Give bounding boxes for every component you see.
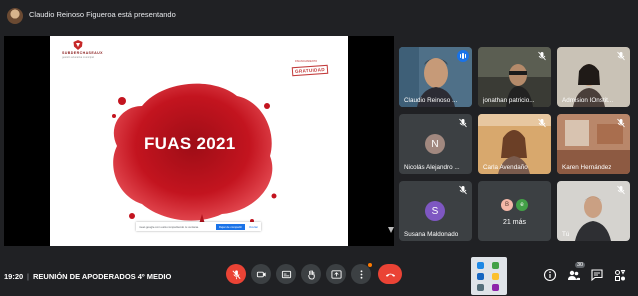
notification-dot — [368, 263, 372, 267]
share-notice-bar: meet.google.com está compartiendo tu ven… — [136, 222, 261, 231]
presenter-bar: Claudio Reinoso Figueroa está presentand… — [0, 0, 638, 32]
participant-tile[interactable]: Admision IOnstit... — [557, 47, 630, 107]
participant-tile[interactable]: Carla Avendaño — [478, 114, 551, 174]
participant-name: Karen Hernández — [562, 164, 612, 171]
raise-hand-button[interactable] — [301, 264, 321, 284]
participant-name: Carla Avendaño — [483, 164, 528, 171]
participant-name: Tú — [562, 231, 570, 238]
captions-button[interactable] — [276, 264, 296, 284]
mic-off-icon — [538, 118, 546, 128]
mic-off-icon — [231, 269, 241, 279]
tray-app-icon[interactable] — [492, 262, 499, 269]
slide-title: FUAS 2021 — [144, 134, 236, 153]
tray-app-icon[interactable] — [477, 273, 484, 280]
more-participants-count: 21 más — [503, 219, 526, 226]
tray-app-icon[interactable] — [477, 284, 484, 291]
participant-name: Nicolás Alejandro ... — [404, 164, 460, 171]
tray-app-icon[interactable] — [492, 284, 499, 291]
system-tray-popup[interactable] — [471, 257, 507, 295]
stop-sharing-button[interactable]: Dejar de compartir — [215, 223, 245, 230]
participant-mini-avatar: B — [501, 199, 513, 211]
chat-icon[interactable] — [590, 268, 604, 282]
camera-toggle-button[interactable] — [251, 264, 271, 284]
raise-hand-icon — [307, 269, 315, 280]
participant-name: Admision IOnstit... — [562, 97, 614, 104]
share-notice-text: meet.google.com está compartiendo tu ven… — [139, 224, 199, 229]
more-options-button[interactable] — [351, 263, 372, 284]
mic-off-icon — [617, 118, 625, 128]
slide-brand-sub: gestión educativa municipal — [62, 56, 94, 59]
more-options-icon — [360, 269, 362, 279]
presentation-area[interactable]: SUBDERCHASEAUX gestión educativa municip… — [4, 36, 394, 246]
speaking-indicator-icon — [457, 50, 469, 62]
participant-avatar: N — [425, 134, 445, 154]
info-icon[interactable] — [543, 268, 557, 282]
mic-off-icon — [459, 118, 467, 128]
people-icon[interactable] — [567, 268, 581, 282]
present-screen-icon — [330, 269, 342, 279]
participant-avatar: S — [425, 201, 445, 221]
participant-tile[interactable]: jonathan patricio... — [478, 47, 551, 107]
more-participants-tile[interactable]: B e 21 más — [478, 181, 551, 241]
hide-notice-button[interactable]: Ocultar — [249, 225, 258, 229]
participant-name: Susana Maldonado — [404, 231, 459, 238]
slide-brand: SUBDERCHASEAUX — [62, 51, 103, 55]
pointer-icon — [388, 227, 394, 233]
participant-name: jonathan patricio... — [483, 97, 535, 104]
tray-app-icon[interactable] — [492, 273, 499, 280]
stamp-small-text: FINANCIAMIENTO — [295, 60, 318, 63]
mic-off-icon — [617, 51, 625, 61]
participant-tile[interactable]: S Susana Maldonado — [399, 181, 472, 241]
mic-off-icon — [617, 185, 625, 195]
institution-logo — [73, 40, 83, 50]
mic-off-icon — [538, 51, 546, 61]
participant-tile[interactable]: N Nicolás Alejandro ... — [399, 114, 472, 174]
captions-icon — [281, 270, 291, 278]
gratuidad-stamp: GRATUIDAD — [291, 64, 329, 77]
presenter-avatar — [7, 8, 23, 24]
slide: SUBDERCHASEAUX gestión educativa municip… — [50, 36, 348, 246]
participant-count-badge: 30 — [575, 262, 586, 268]
present-now-button[interactable] — [326, 264, 346, 284]
participant-name: Claudio Reinoso ... — [404, 97, 458, 104]
time-separator: | — [27, 272, 29, 281]
presenting-text: Claudio Reinoso Figueroa está presentand… — [29, 10, 176, 19]
participant-tile[interactable]: Claudio Reinoso ... — [399, 47, 472, 107]
participant-mini-avatar: e — [516, 199, 528, 211]
camera-icon — [256, 271, 266, 277]
participant-tile-self[interactable]: Tú — [557, 181, 630, 241]
mic-toggle-button[interactable] — [226, 264, 246, 284]
participant-tile[interactable]: Karen Hernández — [557, 114, 630, 174]
activities-icon[interactable] — [613, 268, 627, 282]
leave-call-button[interactable] — [378, 264, 402, 284]
meeting-name[interactable]: REUNIÓN DE APODERADOS 4º MEDIO — [33, 272, 171, 281]
mic-off-icon — [459, 185, 467, 195]
leave-call-icon — [385, 273, 395, 277]
meeting-time: 19:20 — [4, 272, 24, 281]
bluetooth-icon[interactable] — [477, 262, 484, 269]
